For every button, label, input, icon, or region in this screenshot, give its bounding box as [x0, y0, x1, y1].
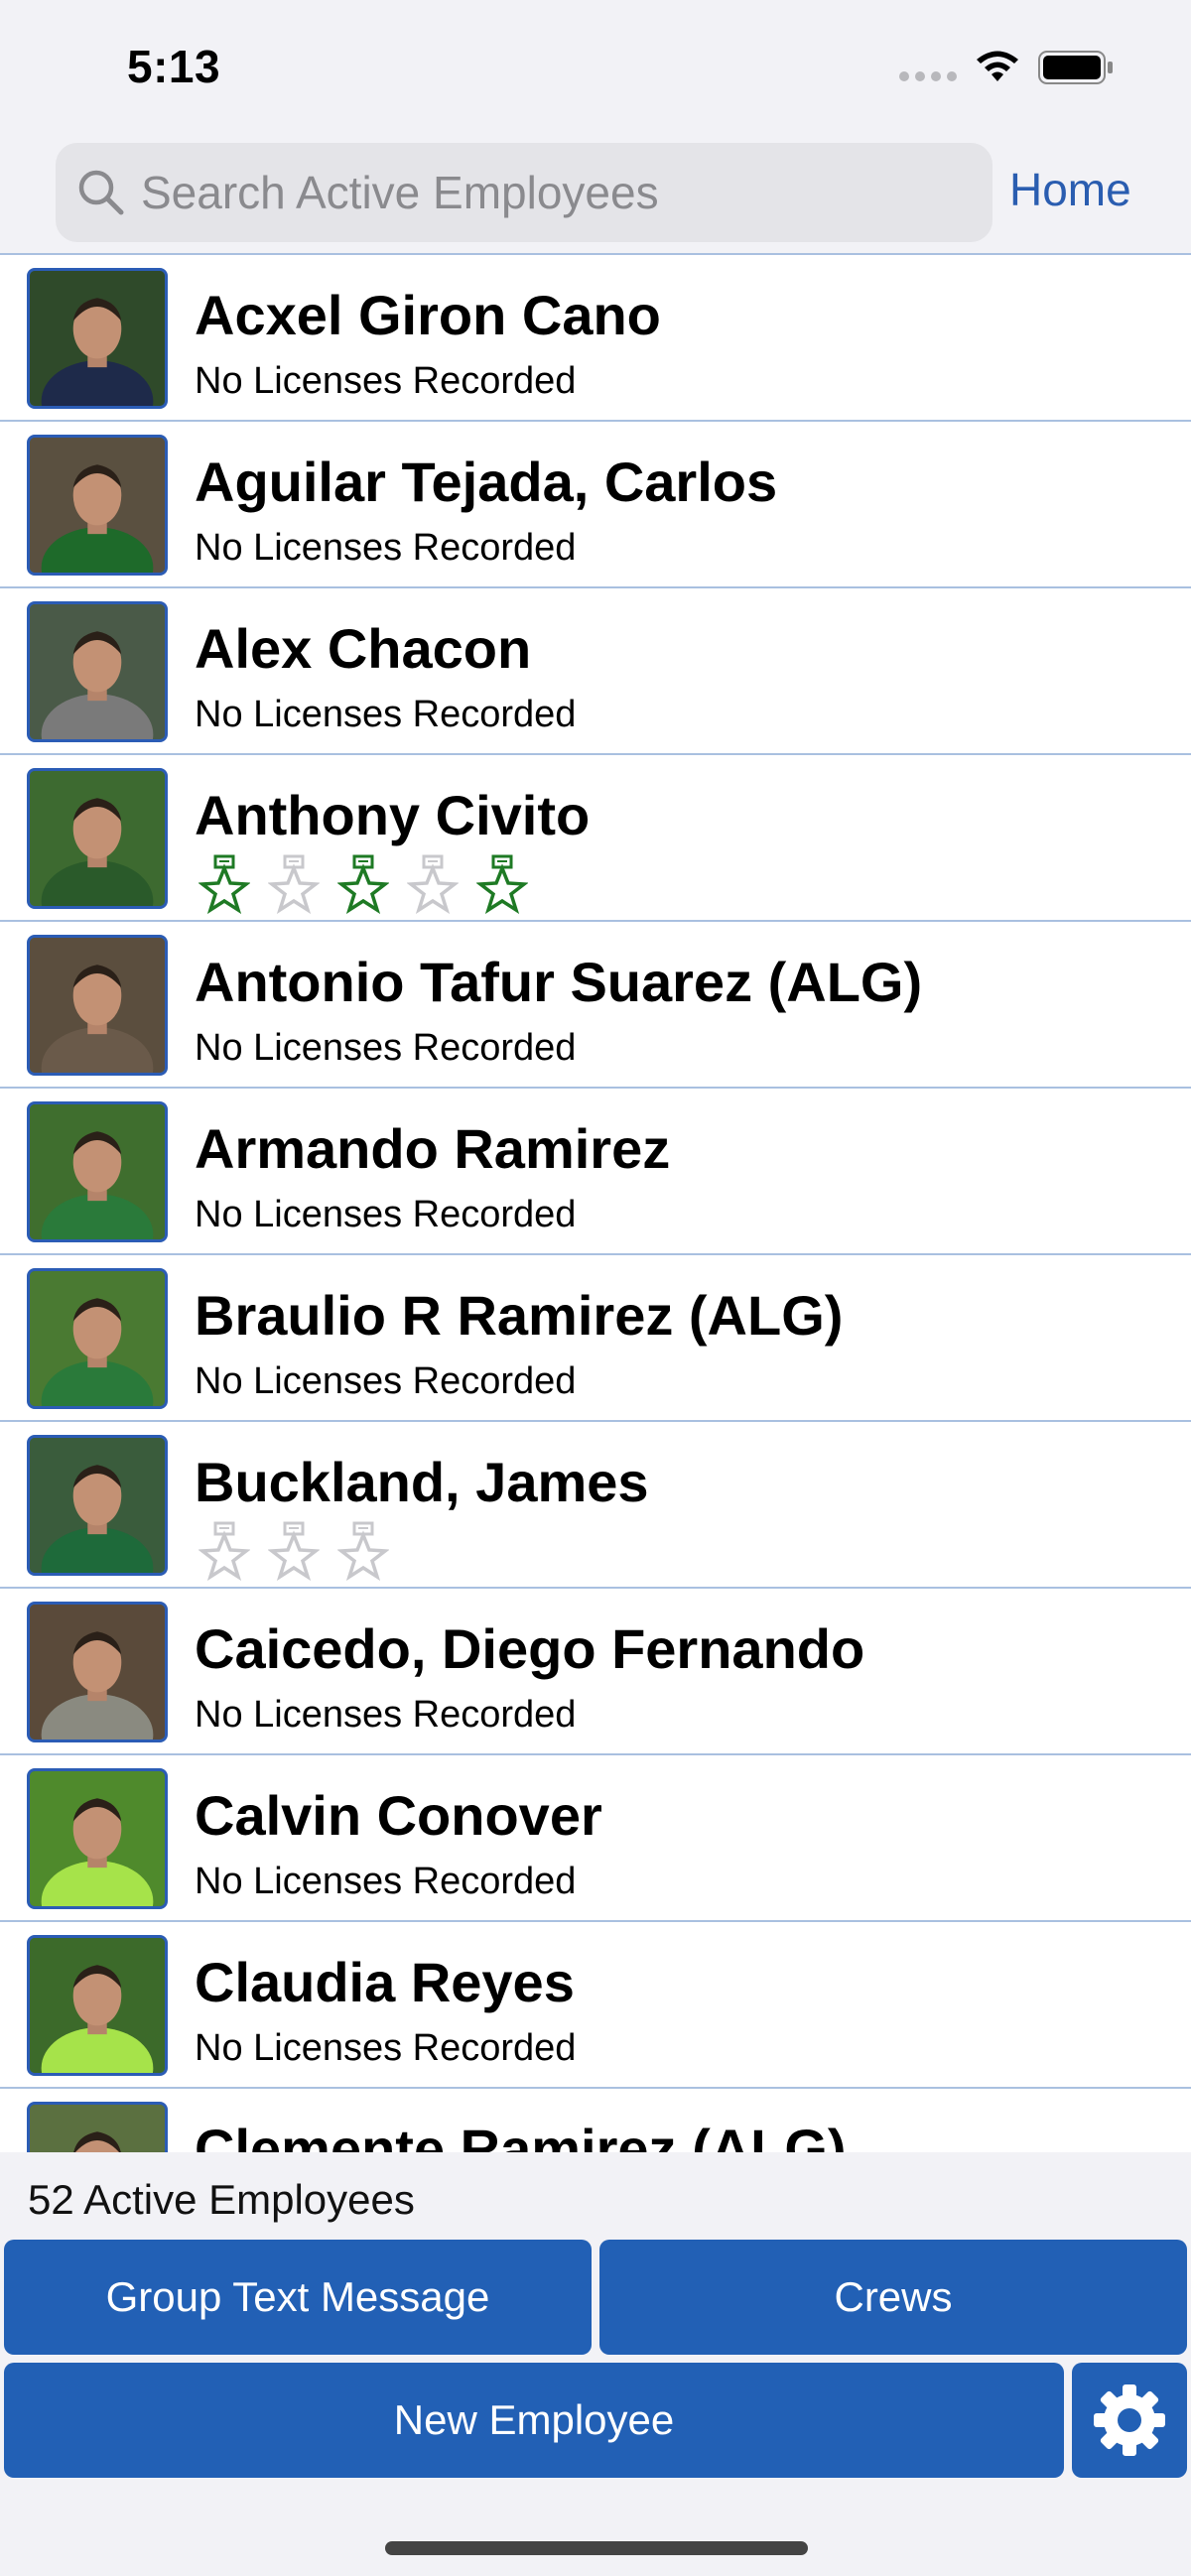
license-star-icon — [406, 854, 460, 919]
gear-icon — [1094, 2384, 1165, 2456]
license-status: No Licenses Recorded — [195, 1194, 577, 1235]
license-star-icon — [336, 1521, 390, 1586]
license-status: No Licenses Recorded — [195, 527, 577, 569]
license-badges — [198, 1521, 390, 1586]
status-bar: 5:13 — [0, 0, 1191, 129]
employee-count-label: 52 Active Employees — [28, 2176, 415, 2223]
employee-photo — [27, 1768, 168, 1909]
home-indicator — [385, 2541, 808, 2555]
person-photo-icon — [30, 271, 165, 406]
search-input[interactable] — [141, 143, 975, 242]
footer: 52 Active Employees Group Text Message C… — [0, 2152, 1191, 2576]
person-photo-icon — [30, 938, 165, 1073]
employee-row[interactable]: Armando Ramirez No Licenses Recorded — [0, 1089, 1191, 1255]
employee-row[interactable]: Clemente Ramirez (ALG) — [0, 2089, 1191, 2152]
employee-row[interactable]: Caicedo, Diego Fernando No Licenses Recor… — [0, 1589, 1191, 1755]
license-status: No Licenses Recorded — [195, 1360, 577, 1402]
cellular-signal-icon — [899, 71, 957, 81]
employee-name: Calvin Conover — [195, 1784, 602, 1847]
person-photo-icon — [30, 1438, 165, 1573]
crews-button[interactable]: Crews — [599, 2240, 1187, 2355]
person-photo-icon — [30, 1104, 165, 1239]
employee-photo — [27, 1602, 168, 1742]
employee-row[interactable]: Calvin Conover No Licenses Recorded — [0, 1755, 1191, 1922]
employee-name: Clemente Ramirez (ALG) — [195, 2118, 847, 2152]
new-employee-button[interactable]: New Employee — [4, 2363, 1064, 2478]
employee-name: Buckland, James — [195, 1451, 649, 1513]
employee-name: Armando Ramirez — [195, 1117, 671, 1180]
employee-photo — [27, 2102, 168, 2152]
employee-row[interactable]: Buckland, James — [0, 1422, 1191, 1589]
employee-name: Antonio Tafur Suarez (ALG) — [195, 951, 923, 1013]
license-star-icon — [267, 1521, 321, 1586]
employee-name: Braulio R Ramirez (ALG) — [195, 1284, 844, 1347]
employee-row[interactable]: Anthony Civito — [0, 755, 1191, 922]
employee-photo — [27, 268, 168, 409]
employee-photo — [27, 1268, 168, 1409]
person-photo-icon — [30, 1938, 165, 2073]
employee-photo — [27, 601, 168, 742]
employee-row[interactable]: Alex Chacon No Licenses Recorded — [0, 588, 1191, 755]
employee-row[interactable]: Claudia Reyes No Licenses Recorded — [0, 1922, 1191, 2089]
person-photo-icon — [30, 1271, 165, 1406]
group-text-message-button[interactable]: Group Text Message — [4, 2240, 592, 2355]
battery-icon — [1038, 51, 1113, 84]
employee-name: Alex Chacon — [195, 617, 532, 680]
license-star-icon — [336, 854, 390, 919]
employee-photo — [27, 1935, 168, 2076]
person-photo-icon — [30, 771, 165, 906]
employee-photo — [27, 935, 168, 1076]
employee-name: Caicedo, Diego Fernando — [195, 1617, 865, 1680]
employee-row[interactable]: Acxel Giron Cano No Licenses Recorded — [0, 255, 1191, 422]
employee-list[interactable]: Acxel Giron Cano No Licenses Recorded Agui… — [0, 253, 1191, 2152]
license-status: No Licenses Recorded — [195, 1027, 577, 1069]
person-photo-icon — [30, 438, 165, 573]
person-photo-icon — [30, 2105, 165, 2152]
employee-name: Aguilar Tejada, Carlos — [195, 451, 778, 513]
employee-name: Claudia Reyes — [195, 1951, 575, 2013]
license-status: No Licenses Recorded — [195, 360, 577, 402]
home-link[interactable]: Home — [1009, 163, 1131, 216]
person-photo-icon — [30, 604, 165, 739]
search-icon — [78, 170, 124, 215]
license-star-icon — [198, 1521, 251, 1586]
settings-button[interactable] — [1072, 2363, 1187, 2478]
license-star-icon — [267, 854, 321, 919]
employee-row[interactable]: Aguilar Tejada, Carlos No Licenses Record… — [0, 422, 1191, 588]
license-badges — [198, 854, 529, 919]
employee-photo — [27, 435, 168, 576]
person-photo-icon — [30, 1605, 165, 1739]
employee-photo — [27, 1435, 168, 1576]
license-star-icon — [198, 854, 251, 919]
search-bar[interactable] — [56, 143, 992, 242]
license-star-icon — [475, 854, 529, 919]
person-photo-icon — [30, 1771, 165, 1906]
employee-row[interactable]: Antonio Tafur Suarez (ALG) No Licenses Re… — [0, 922, 1191, 1089]
license-status: No Licenses Recorded — [195, 1694, 577, 1736]
license-status: No Licenses Recorded — [195, 1861, 577, 1902]
status-time: 5:13 — [127, 41, 221, 92]
wifi-icon — [977, 51, 1018, 81]
license-status: No Licenses Recorded — [195, 694, 577, 735]
employee-photo — [27, 1101, 168, 1242]
employee-name: Acxel Giron Cano — [195, 284, 661, 346]
employee-photo — [27, 768, 168, 909]
employee-row[interactable]: Braulio R Ramirez (ALG) No Licenses Recor… — [0, 1255, 1191, 1422]
employee-name: Anthony Civito — [195, 784, 591, 846]
license-status: No Licenses Recorded — [195, 2027, 577, 2069]
